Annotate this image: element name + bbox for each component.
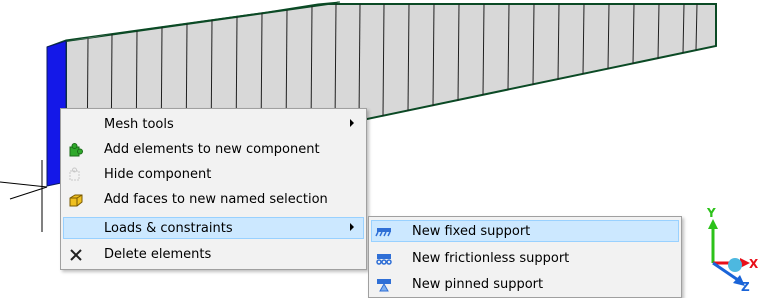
submenu-item-label: New pinned support: [412, 277, 544, 292]
hide-component-icon: [69, 167, 80, 181]
menu-item-add-elements-to-new-component[interactable]: Add elements to new component: [63, 138, 364, 160]
puzzle-piece-icon: [69, 143, 83, 157]
frictionless-support-icon: [376, 254, 392, 265]
submenu-item-label: New fixed support: [412, 224, 531, 239]
context-menu: Mesh tools Add elements to new component…: [60, 108, 367, 270]
triad-x-label: X: [749, 257, 759, 271]
submenu-arrow-icon: [350, 223, 354, 231]
submenu-item-new-fixed-support[interactable]: New fixed support: [371, 220, 679, 242]
submenu-item-label: New frictionless support: [412, 251, 570, 266]
menu-item-label: Add elements to new component: [104, 142, 320, 157]
loads-constraints-submenu: New fixed support New frictionless suppo…: [368, 216, 682, 298]
submenu-item-new-frictionless-support[interactable]: New frictionless support: [371, 247, 679, 269]
reference-lines: [0, 160, 48, 232]
menu-item-label: Hide component: [104, 167, 212, 182]
delete-x-icon: [70, 249, 82, 261]
menu-item-label: Add faces to new named selection: [104, 192, 328, 207]
menu-item-hide-component[interactable]: Hide component: [63, 163, 364, 185]
menu-item-label: Delete elements: [104, 247, 212, 262]
pinned-support-icon: [377, 279, 391, 292]
submenu-arrow-icon: [350, 119, 354, 127]
fixed-support-icon: [375, 228, 391, 237]
menu-item-add-faces-to-new-named-selection[interactable]: Add faces to new named selection: [63, 188, 364, 210]
menu-item-loads-and-constraints[interactable]: Loads & constraints: [63, 217, 364, 239]
coordinate-triad: Y X Z: [706, 206, 759, 294]
triad-z-label: Z: [741, 280, 750, 294]
submenu-item-new-pinned-support[interactable]: New pinned support: [371, 273, 679, 295]
menu-item-label: Loads & constraints: [104, 221, 233, 236]
menu-item-label: Mesh tools: [104, 117, 174, 132]
menu-item-mesh-tools[interactable]: Mesh tools: [63, 113, 364, 135]
named-selection-cube-icon: [69, 194, 83, 207]
triad-y-label: Y: [706, 206, 716, 220]
menu-item-delete-elements[interactable]: Delete elements: [63, 243, 364, 265]
